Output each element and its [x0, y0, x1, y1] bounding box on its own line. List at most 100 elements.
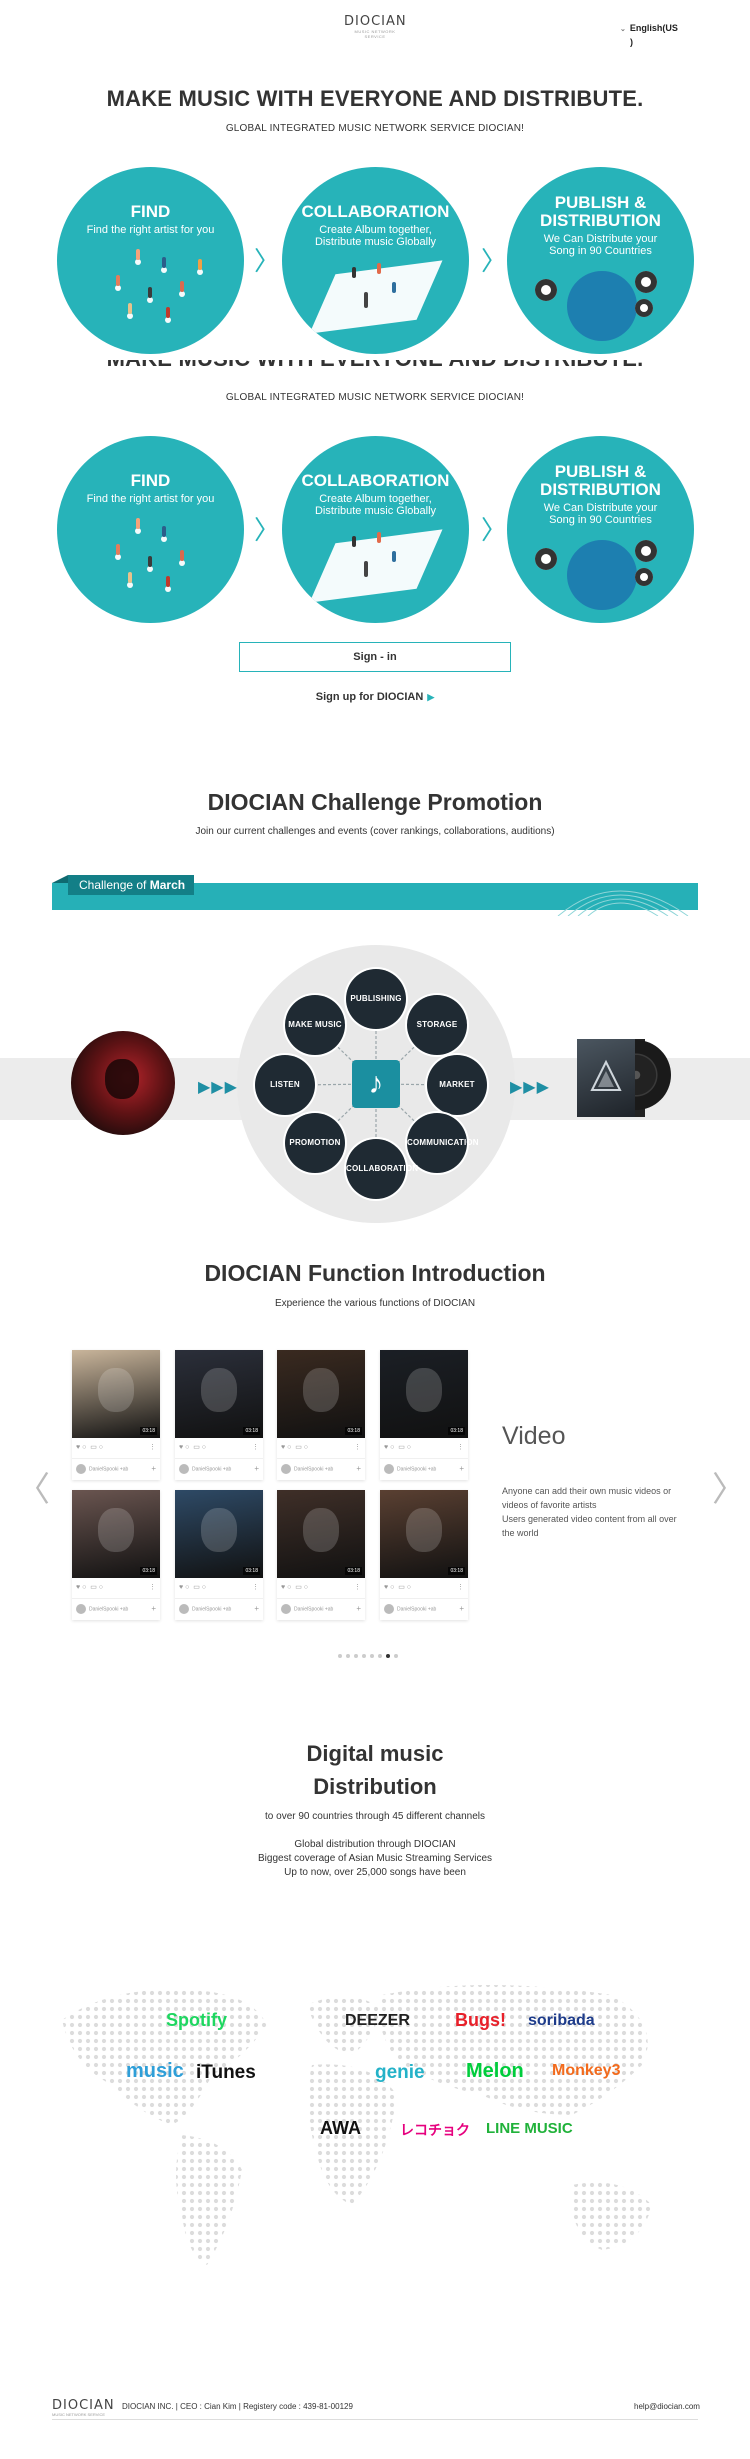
artist-avatar[interactable] [71, 1031, 175, 1135]
collaboration-title: COLLABORATION [301, 471, 450, 490]
carousel-dot[interactable] [362, 1654, 366, 1658]
distribution-line-2: Biggest coverage of Asian Music Streamin… [258, 1853, 492, 1864]
heart-icon[interactable]: ♥ [179, 1444, 183, 1451]
chevron-left-icon[interactable]: 〈 [16, 1462, 50, 1511]
carousel-dot[interactable] [394, 1654, 398, 1658]
add-user-icon[interactable]: + [254, 1604, 259, 1613]
carousel-dot[interactable] [338, 1654, 342, 1658]
card-actions: ♥ ○ ▭ ○ ⋮ [179, 1583, 259, 1591]
carousel-dot[interactable] [346, 1654, 350, 1658]
publish-subtitle-1: We Can Distribute your [543, 502, 658, 514]
video-card[interactable]: 03:18 ♥ ○ ▭ ○ ⋮ DanielSpooki +ab + [277, 1490, 365, 1620]
collaboration-subtitle-1: Create Album together, [319, 224, 432, 236]
video-thumbnail[interactable]: 03:18 [175, 1490, 263, 1578]
heart-icon[interactable]: ♥ [281, 1444, 285, 1451]
add-user-icon[interactable]: + [356, 1464, 361, 1473]
heart-icon[interactable]: ♥ [281, 1584, 285, 1591]
card-actions: ♥ ○ ▭ ○ ⋮ [281, 1443, 361, 1451]
add-user-icon[interactable]: + [151, 1604, 156, 1613]
video-card[interactable]: 03:18 ♥ ○ ▭ ○ ⋮ DanielSpooki +ab + [380, 1490, 468, 1620]
hub-node-publishing[interactable]: PUBLISHING [346, 969, 406, 1029]
hub-node-promotion[interactable]: PROMOTION [285, 1113, 345, 1173]
distribution-title-1: Digital music [306, 1741, 444, 1766]
language-selector[interactable]: ⌄ English(US ) [620, 22, 700, 48]
video-thumbnail[interactable]: 03:18 [175, 1350, 263, 1438]
chevron-right-icon[interactable]: 〉 [712, 1462, 746, 1511]
distribution-line-3: Up to now, over 25,000 songs have been [284, 1867, 466, 1878]
video-card[interactable]: 03:18 ♥ ○ ▭ ○ ⋮ DanielSpooki +ab + [72, 1490, 160, 1620]
brand-logo: iTunes [196, 2062, 256, 2083]
video-thumbnail[interactable]: 03:18 [72, 1350, 160, 1438]
more-icon[interactable]: ⋮ [457, 1443, 464, 1451]
publish-circle-2: PUBLISH & DISTRIBUTION We Can Distribute… [507, 436, 694, 623]
video-card[interactable]: 03:18 ♥ ○ ▭ ○ ⋮ DanielSpooki +ab + [380, 1350, 468, 1480]
user-avatar [76, 1464, 86, 1474]
user-avatar [384, 1604, 394, 1614]
site-logo[interactable]: DIOCIAN MUSIC NETWORK SERVICE [344, 14, 406, 39]
video-thumbnail[interactable]: 03:18 [277, 1490, 365, 1578]
heart-icon[interactable]: ♥ [76, 1444, 80, 1451]
carousel-dot[interactable] [378, 1654, 382, 1658]
footer-logo[interactable]: DIOCIAN [52, 2398, 115, 2413]
add-user-icon[interactable]: + [459, 1464, 464, 1473]
album-cover[interactable] [577, 1039, 671, 1117]
arrow-right-icon: 〉 [481, 516, 508, 546]
sign-up-link[interactable]: Sign up for DIOCIAN ▶ [0, 691, 750, 703]
video-card[interactable]: 03:18 ♥ ○ ▭ ○ ⋮ DanielSpooki +ab + [175, 1350, 263, 1480]
heart-icon[interactable]: ♥ [76, 1584, 80, 1591]
more-icon[interactable]: ⋮ [354, 1583, 361, 1591]
carousel-dot[interactable] [386, 1654, 390, 1658]
sign-in-button[interactable]: Sign - in [239, 642, 511, 672]
sign-up-label: Sign up for DIOCIAN [315, 691, 424, 703]
card-user[interactable]: DanielSpooki +ab + [277, 1458, 365, 1480]
publish-subtitle-1: We Can Distribute your [543, 233, 658, 245]
heart-icon[interactable]: ♥ [384, 1584, 388, 1591]
challenge-month-tab[interactable]: Challenge of March [68, 875, 194, 895]
heart-icon[interactable]: ♥ [179, 1584, 183, 1591]
video-thumbnail[interactable]: 03:18 [277, 1350, 365, 1438]
video-thumbnail[interactable]: 03:18 [72, 1490, 160, 1578]
heart-icon[interactable]: ♥ [384, 1444, 388, 1451]
add-user-icon[interactable]: + [151, 1464, 156, 1473]
publish-title-1: PUBLISH & [554, 193, 647, 212]
more-icon[interactable]: ⋮ [149, 1443, 156, 1451]
add-user-icon[interactable]: + [459, 1604, 464, 1613]
add-user-icon[interactable]: + [254, 1464, 259, 1473]
user-avatar [179, 1604, 189, 1614]
more-icon[interactable]: ⋮ [457, 1583, 464, 1591]
music-note-icon: ♪ [352, 1060, 400, 1108]
hub-node-market[interactable]: MARKET [427, 1055, 487, 1115]
card-user[interactable]: DanielSpooki +ab + [380, 1598, 468, 1620]
footer-divider [52, 2419, 698, 2420]
video-thumbnail[interactable]: 03:18 [380, 1350, 468, 1438]
video-duration: 03:18 [243, 1567, 260, 1575]
user-avatar [179, 1464, 189, 1474]
carousel-dot[interactable] [354, 1654, 358, 1658]
video-card[interactable]: 03:18 ♥ ○ ▭ ○ ⋮ DanielSpooki +ab + [175, 1490, 263, 1620]
hub-node-collaboration[interactable]: COLLABORATION [346, 1139, 418, 1199]
add-user-icon[interactable]: + [356, 1604, 361, 1613]
more-icon[interactable]: ⋮ [149, 1583, 156, 1591]
card-user[interactable]: DanielSpooki +ab + [175, 1458, 263, 1480]
card-user[interactable]: DanielSpooki +ab + [72, 1458, 160, 1480]
video-card[interactable]: 03:18 ♥ ○ ▭ ○ ⋮ DanielSpooki +ab + [277, 1350, 365, 1480]
play-arrow-icon: ▶ [427, 692, 435, 702]
card-user[interactable]: DanielSpooki +ab + [380, 1458, 468, 1480]
contact-email[interactable]: help@diocian.com [634, 2402, 700, 2411]
video-thumbnail[interactable]: 03:18 [380, 1490, 468, 1578]
video-duration: 03:18 [448, 1427, 465, 1435]
hub-node-make-music[interactable]: MAKE MUSIC [285, 995, 345, 1055]
user-name: DanielSpooki +ab [294, 1466, 334, 1473]
more-icon[interactable]: ⋮ [252, 1583, 259, 1591]
video-card[interactable]: 03:18 ♥ ○ ▭ ○ ⋮ DanielSpooki +ab + [72, 1350, 160, 1480]
card-user[interactable]: DanielSpooki +ab + [175, 1598, 263, 1620]
more-icon[interactable]: ⋮ [252, 1443, 259, 1451]
carousel-dot[interactable] [370, 1654, 374, 1658]
hub-node-listen[interactable]: LISTEN [255, 1055, 315, 1115]
card-user[interactable]: DanielSpooki +ab + [277, 1598, 365, 1620]
user-name: DanielSpooki +ab [89, 1466, 129, 1473]
card-user[interactable]: DanielSpooki +ab + [72, 1598, 160, 1620]
banner-prefix: Challenge of [79, 878, 147, 892]
more-icon[interactable]: ⋮ [354, 1443, 361, 1451]
hub-node-storage[interactable]: STORAGE [407, 995, 467, 1055]
